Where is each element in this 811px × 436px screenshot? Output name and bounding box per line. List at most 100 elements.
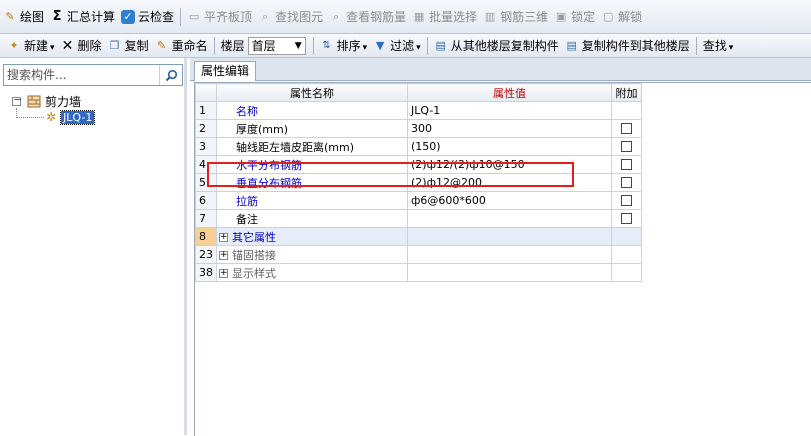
property-row[interactable]: 38 + 显示样式	[195, 263, 642, 282]
property-name: 轴线距左墙皮距离(mm)	[236, 140, 355, 154]
column-header-name: 属性名称	[216, 83, 408, 102]
property-value-cell[interactable]	[407, 245, 612, 264]
draw-icon: ✎	[5, 9, 15, 23]
extra-cell	[611, 245, 642, 264]
new-button[interactable]: ✦ 新建	[4, 35, 58, 57]
property-row[interactable]: 4 水平分布钢筋 (2)ф12/(2)ф10@150	[195, 155, 642, 174]
cloud-check-button[interactable]: ✓ 云检查	[118, 6, 177, 28]
search-icon	[165, 69, 177, 81]
property-row[interactable]: 23 + 锚固搭接	[195, 245, 642, 264]
copy-button[interactable]: ❐ 复制	[105, 35, 152, 57]
attach-checkbox[interactable]	[621, 159, 632, 170]
view-rebar-button[interactable]: ⌕ 查看钢筋量	[326, 6, 409, 28]
property-value-cell[interactable]: JLQ-1	[407, 101, 612, 120]
tree-line	[16, 117, 44, 119]
property-value-cell[interactable]: 300	[407, 119, 612, 138]
floor-select-value: 首层	[251, 39, 276, 53]
property-name: 显示样式	[232, 266, 276, 280]
property-name-cell: + 锚固搭接	[216, 245, 408, 264]
property-row[interactable]: 2 厚度(mm) 300	[195, 119, 642, 138]
corner-header	[195, 83, 217, 102]
attach-checkbox[interactable]	[621, 123, 632, 134]
batch-select-icon: ▦	[413, 9, 425, 23]
toolbar-separator	[213, 36, 215, 55]
property-value: (2)ф12@200	[411, 176, 482, 189]
copy-to-floor-button[interactable]: ▤ 复制构件到其他楼层	[562, 35, 693, 57]
tree-group-label: 剪力墙	[45, 94, 82, 109]
property-value-cell[interactable]: (2)ф12/(2)ф10@150	[407, 155, 612, 174]
rebar-3d-button[interactable]: ▥ 钢筋三维	[480, 6, 551, 28]
search-input[interactable]	[5, 66, 163, 84]
copy-to-floor-icon: ▤	[566, 38, 577, 52]
delete-button[interactable]: ✕ 删除	[58, 35, 105, 57]
rename-label: 重命名	[171, 39, 208, 53]
tree-group-shear-wall[interactable]: － 剪力墙	[12, 93, 81, 109]
filter-icon: ▼	[375, 38, 385, 52]
delete-icon: ✕	[61, 37, 74, 54]
toolbar-separator	[695, 36, 697, 55]
property-row[interactable]: 6 拉筋 ф6@600*600	[195, 191, 642, 210]
delete-label: 删除	[77, 39, 102, 53]
property-row[interactable]: 7 备注	[195, 209, 642, 228]
property-name-cell: 垂直分布钢筋	[216, 173, 408, 192]
property-editor-panel: 属性编辑 属性名称 属性值 附加 1 名称 JLQ-1 2 厚度(mm) 300 3 轴线距左…	[190, 58, 811, 436]
property-row[interactable]: 8 + 其它属性	[195, 227, 642, 246]
extra-cell	[611, 155, 642, 174]
attach-checkbox[interactable]	[621, 213, 632, 224]
column-header-value: 属性值	[407, 83, 612, 102]
property-value-cell[interactable]: (2)ф12@200	[407, 173, 612, 192]
row-number: 6	[195, 191, 217, 210]
property-value-cell[interactable]: ф6@600*600	[407, 191, 612, 210]
new-label: 新建	[24, 37, 55, 54]
property-row[interactable]: 5 垂直分布钢筋 (2)ф12@200	[195, 173, 642, 192]
copy-to-floor-label: 复制构件到其他楼层	[581, 39, 690, 53]
attach-checkbox[interactable]	[621, 195, 632, 206]
cloud-check-icon: ✓	[121, 9, 136, 24]
property-name-cell: 备注	[216, 209, 408, 228]
toolbar-separator	[180, 7, 182, 26]
expand-icon[interactable]: +	[219, 251, 228, 260]
property-row[interactable]: 3 轴线距左墙皮距离(mm) (150)	[195, 137, 642, 156]
batch-select-button[interactable]: ▦ 批量选择	[409, 6, 480, 28]
toolbar-item-label: 钢筋三维	[500, 10, 549, 24]
property-name: 备注	[236, 212, 258, 226]
tree-item-jlq-1[interactable]: ✲ JLQ-1	[46, 109, 96, 125]
toolbar-item-label: 查找图元	[275, 10, 324, 24]
rebar-3d-icon: ▥	[484, 9, 496, 23]
align-slab-button[interactable]: ▭ 平齐板顶	[184, 6, 255, 28]
find-button[interactable]: 查找	[700, 35, 737, 57]
find-element-button[interactable]: ⌕ 查找图元	[255, 6, 326, 28]
unlock-button[interactable]: ▢ 解锁	[598, 6, 645, 28]
property-value-cell[interactable]	[407, 209, 612, 228]
property-value: 300	[411, 122, 432, 135]
attach-checkbox[interactable]	[621, 177, 632, 188]
expand-icon[interactable]: +	[219, 269, 228, 278]
extra-cell	[611, 227, 642, 246]
rename-button[interactable]: ✎ 重命名	[152, 35, 211, 57]
toolbar-item-label: 云检查	[138, 10, 175, 24]
expand-icon[interactable]: +	[219, 233, 228, 242]
property-value-cell[interactable]: (150)	[407, 137, 612, 156]
lock-button[interactable]: ▣ 锁定	[551, 6, 598, 28]
floor-select[interactable]: 首层 ▼	[247, 36, 306, 55]
search-button[interactable]	[159, 65, 182, 85]
sort-button[interactable]: ⇅ 排序	[317, 35, 371, 57]
floor-label: 楼层	[220, 39, 245, 53]
copy-from-floor-button[interactable]: ▤ 从其他楼层复制构件	[431, 35, 562, 57]
filter-button[interactable]: ▼ 过滤	[370, 35, 424, 57]
align-slab-icon: ▭	[188, 9, 200, 23]
toolbar-item-label: 查看钢筋量	[346, 10, 407, 24]
property-value-cell[interactable]	[407, 263, 612, 282]
sigma-button[interactable]: Σ 汇总计算	[47, 6, 118, 28]
property-value: (2)ф12/(2)ф10@150	[411, 158, 525, 171]
collapse-icon[interactable]: －	[12, 96, 22, 106]
row-number: 8	[195, 227, 217, 246]
tab-property-edit[interactable]: 属性编辑	[194, 61, 257, 81]
extra-cell	[611, 191, 642, 210]
property-row[interactable]: 1 名称 JLQ-1	[195, 101, 642, 120]
property-value-cell[interactable]	[407, 227, 612, 246]
toolbar-item-label: 绘图	[20, 10, 45, 24]
draw-button[interactable]: ✎ 绘图	[0, 6, 47, 28]
view-rebar-icon: ⌕	[332, 9, 340, 23]
attach-checkbox[interactable]	[621, 141, 632, 152]
